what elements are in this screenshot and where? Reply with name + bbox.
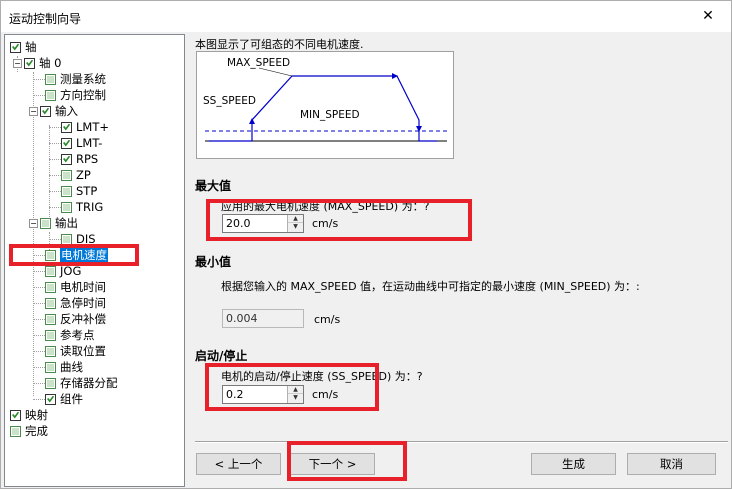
- max-prompt: 应用的最大电机速度 (MAX_SPEED) 为：?: [221, 200, 430, 213]
- max-heading: 最大值: [195, 179, 232, 193]
- checkmark-icon: [61, 137, 72, 149]
- tree-item-motor-speed[interactable]: 电机速度: [45, 247, 108, 263]
- cancel-button[interactable]: 取消: [627, 453, 716, 475]
- pending-icon: [61, 185, 72, 197]
- tree-item-components[interactable]: 组件: [45, 391, 83, 407]
- tree-item-rps[interactable]: RPS: [61, 151, 98, 167]
- tree-item-zp[interactable]: ZP: [61, 167, 91, 183]
- tree-item-jog[interactable]: JOG: [45, 263, 81, 279]
- spin-up-icon[interactable]: ▲: [288, 386, 303, 394]
- tree-item-backlash[interactable]: 反冲补偿: [45, 311, 106, 327]
- pending-icon: [10, 425, 21, 437]
- tree-item-inputs[interactable]: − 输入: [29, 103, 78, 119]
- collapse-icon[interactable]: −: [29, 218, 38, 228]
- pending-icon: [45, 361, 56, 373]
- spin-down-icon[interactable]: ▼: [288, 394, 303, 402]
- tree-item-axes[interactable]: 轴: [10, 39, 37, 55]
- checkmark-icon: [10, 409, 21, 421]
- tree-item-estop-time[interactable]: 急停时间: [45, 295, 106, 311]
- prev-button[interactable]: < 上一个: [196, 453, 281, 475]
- tree-item-mapping[interactable]: 映射: [10, 407, 48, 423]
- pending-icon: [45, 313, 56, 325]
- ss-speed-input[interactable]: ▲ ▼: [222, 385, 304, 404]
- next-button[interactable]: 下一个 >: [290, 453, 375, 475]
- tree-item-measurement[interactable]: 测量系统: [45, 71, 106, 87]
- tree-item-memory[interactable]: 存储器分配: [45, 375, 118, 391]
- tree-item-motor-time[interactable]: 电机时间: [45, 279, 106, 295]
- min-prompt: 根据您输入的 MAX_SPEED 值，在运动曲线中可指定的最小速度 (MIN_S…: [221, 280, 640, 293]
- motion-wizard-window: 运动控制向导 ✕ 轴 − 轴 0 测量系统 方向控制 − 输入 LMT+ LMT…: [0, 0, 732, 489]
- pending-icon: [45, 329, 56, 341]
- pending-icon: [45, 377, 56, 389]
- tree-item-finish[interactable]: 完成: [10, 423, 48, 439]
- pending-icon: [45, 89, 56, 101]
- separator: [195, 441, 728, 443]
- max-speed-spinner[interactable]: ▲ ▼: [287, 215, 303, 232]
- close-button[interactable]: ✕: [685, 1, 731, 32]
- spin-up-icon[interactable]: ▲: [288, 215, 303, 223]
- window-title: 运动控制向导: [9, 12, 82, 26]
- min-heading: 最小值: [195, 255, 232, 269]
- ss-speed-field[interactable]: [223, 386, 287, 403]
- tree-item-lmt-plus[interactable]: LMT+: [61, 119, 109, 135]
- pending-icon: [40, 217, 51, 229]
- speed-profile-diagram: MAX_SPEED SS_SPEED MIN_SPEED: [196, 51, 454, 159]
- tree-item-outputs[interactable]: − 输出: [29, 215, 78, 231]
- ss-speed-spinner[interactable]: ▲ ▼: [287, 386, 303, 403]
- tree-item-dis[interactable]: DIS: [61, 231, 96, 247]
- tree-item-lmt-minus[interactable]: LMT-: [61, 135, 102, 151]
- ss-unit: cm/s: [312, 388, 339, 401]
- min-speed-value: 0.004: [222, 309, 304, 328]
- spin-down-icon[interactable]: ▼: [288, 223, 303, 231]
- pending-icon: [61, 169, 72, 181]
- ss-speed-label: SS_SPEED: [203, 95, 256, 107]
- tree-item-reference-point[interactable]: 参考点: [45, 327, 95, 343]
- checkmark-icon: [61, 121, 72, 133]
- collapse-icon[interactable]: −: [13, 58, 22, 68]
- checkmark-icon: [61, 153, 72, 165]
- tree-item-stp[interactable]: STP: [61, 183, 97, 199]
- checkmark-icon: [45, 393, 56, 405]
- pending-icon: [45, 249, 56, 261]
- pending-icon: [45, 345, 56, 357]
- pending-icon: [61, 201, 72, 213]
- min-speed-label: MIN_SPEED: [300, 109, 360, 121]
- startstop-heading: 启动/停止: [195, 349, 248, 363]
- pending-icon: [61, 233, 72, 245]
- max-speed-label: MAX_SPEED: [227, 57, 290, 69]
- tree-item-direction[interactable]: 方向控制: [45, 87, 106, 103]
- max-speed-field[interactable]: [223, 215, 287, 232]
- collapse-icon[interactable]: −: [29, 106, 38, 116]
- checkmark-icon: [10, 41, 21, 53]
- tree-item-read-position[interactable]: 读取位置: [45, 343, 106, 359]
- max-speed-input[interactable]: ▲ ▼: [222, 214, 304, 233]
- speed-profile-graphic: MAX_SPEED SS_SPEED MIN_SPEED: [203, 57, 447, 142]
- tree-item-axis-0[interactable]: − 轴 0: [13, 55, 61, 71]
- pending-icon: [45, 297, 56, 309]
- pending-icon: [45, 281, 56, 293]
- tree-item-trig[interactable]: TRIG: [61, 199, 103, 215]
- pending-icon: [45, 73, 56, 85]
- startstop-prompt: 电机的启动/停止速度 (SS_SPEED) 为：?: [221, 370, 423, 383]
- checkmark-icon: [40, 105, 51, 117]
- tree-item-profile[interactable]: 曲线: [45, 359, 83, 375]
- wizard-tree: 轴 − 轴 0 测量系统 方向控制 − 输入 LMT+ LMT- RPS ZP …: [4, 34, 185, 487]
- min-unit: cm/s: [314, 313, 341, 326]
- page-description: 本图显示了可组态的不同电机速度.: [195, 38, 364, 51]
- title-bar: 运动控制向导 ✕: [1, 1, 731, 32]
- finish-button[interactable]: 生成: [531, 453, 616, 475]
- pending-icon: [45, 265, 56, 277]
- checkmark-icon: [24, 57, 35, 69]
- max-unit: cm/s: [312, 217, 339, 230]
